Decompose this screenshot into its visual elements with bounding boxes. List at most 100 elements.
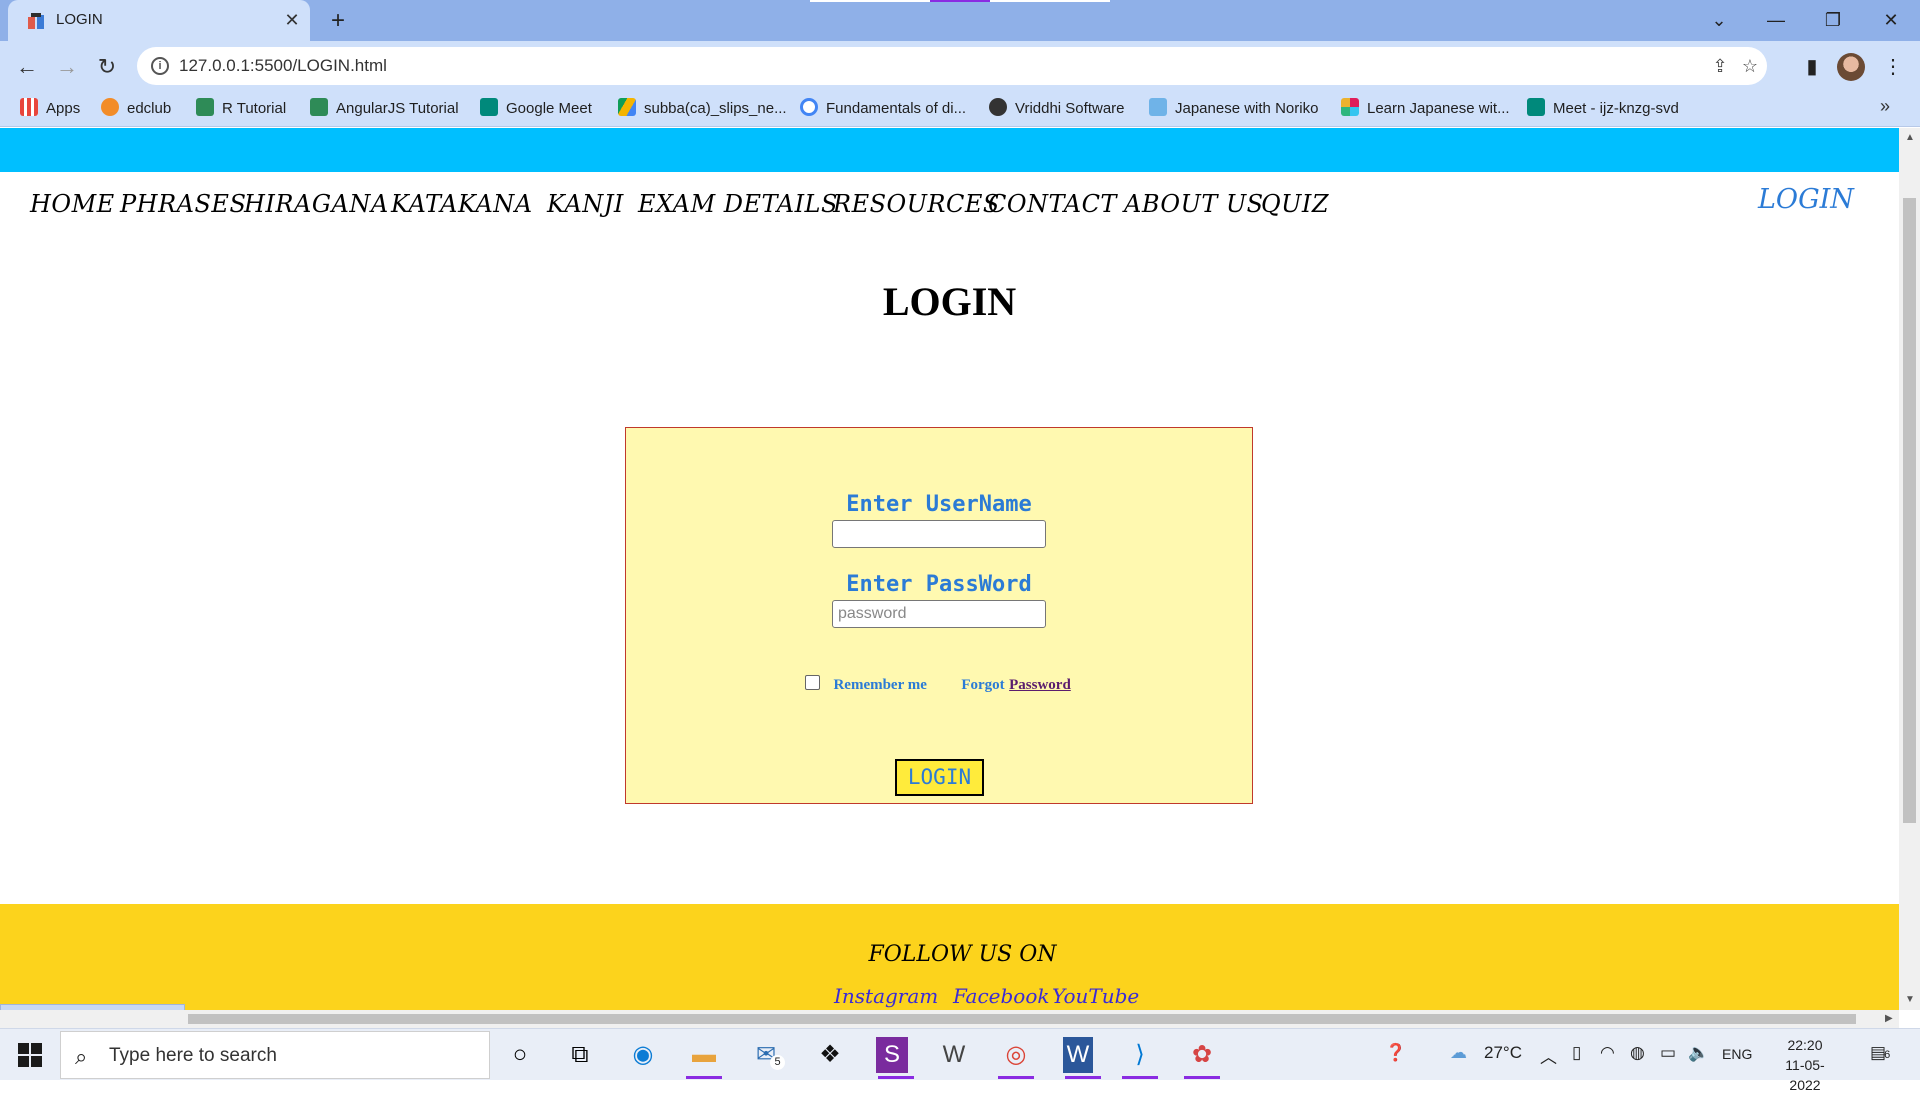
system-clock[interactable]: 22:20 11-05-2022 (1770, 1035, 1840, 1095)
horizontal-scrollbar[interactable]: ▶ (0, 1010, 1899, 1028)
nav-quiz[interactable]: QUIZ (1261, 190, 1329, 218)
scroll-up-icon[interactable]: ▲ (1905, 132, 1915, 143)
address-bar[interactable]: i 127.0.0.1:5500/LOGIN.html ⇪ ☆ (137, 47, 1767, 85)
nav-exam-details[interactable]: EXAM DETAILS (638, 190, 838, 218)
bookmark-learn-japanese[interactable]: Learn Japanese wit... (1341, 98, 1510, 120)
wikipedia-icon[interactable]: W (934, 1037, 974, 1073)
taskbar-search-placeholder: Type here to search (109, 1045, 277, 1066)
app-s-icon[interactable]: S (876, 1037, 914, 1079)
mail-badge: 5 (770, 1055, 785, 1070)
volume-icon[interactable]: 🔈 (1688, 1043, 1709, 1063)
windows-start-icon[interactable] (18, 1043, 42, 1067)
bookmark-apps[interactable]: Apps (20, 98, 80, 120)
nav-phrases[interactable]: PHRASES (120, 190, 246, 218)
bookmark-r-tutorial[interactable]: R Tutorial (196, 98, 286, 120)
w3schools-icon (196, 98, 214, 116)
remember-row: Remember me Forgot Password (805, 675, 1071, 699)
mail-icon[interactable]: ✉ 5 (746, 1037, 786, 1073)
bookmarks-overflow-icon[interactable]: » (1880, 96, 1890, 117)
tab-close-icon[interactable]: ✕ (280, 8, 304, 32)
remember-checkbox[interactable] (805, 675, 820, 690)
bookmark-star-icon[interactable]: ☆ (1737, 53, 1763, 79)
browser-tab[interactable]: LOGIN ✕ (8, 0, 310, 41)
task-view-icon[interactable]: ⧉ (560, 1037, 600, 1073)
remember-label[interactable]: Remember me (833, 677, 926, 694)
cortana-icon[interactable]: ○ (500, 1037, 540, 1073)
bookmark-fundamentals[interactable]: Fundamentals of di... (800, 98, 966, 120)
nav-login-link[interactable]: LOGIN (1758, 184, 1854, 215)
bookmark-japanese-noriko[interactable]: Japanese with Noriko (1149, 98, 1318, 120)
profile-avatar[interactable] (1837, 53, 1865, 81)
nav-about-us[interactable]: ABOUT US (1124, 190, 1264, 218)
restore-icon[interactable]: ❐ (1816, 6, 1850, 34)
site-footer: FOLLOW US ON Instagram Facebook YouTube (0, 904, 1899, 1010)
browser-menu-icon[interactable]: ⋮ (1876, 50, 1910, 84)
vertical-scroll-thumb[interactable] (1903, 198, 1916, 823)
username-input[interactable] (832, 520, 1046, 548)
horizontal-scroll-thumb[interactable] (188, 1014, 1856, 1024)
nav-resources[interactable]: RESOURCES (833, 190, 1000, 218)
scroll-right-icon[interactable]: ▶ (1885, 1013, 1893, 1024)
back-arrow-icon[interactable]: ← (10, 50, 44, 84)
dropbox-icon[interactable]: ❖ (810, 1037, 850, 1073)
bookmark-edclub[interactable]: edclub (101, 98, 171, 120)
instagram-link[interactable]: Instagram (834, 984, 938, 1008)
edge-icon[interactable]: ◉ (623, 1037, 663, 1073)
site-info-icon[interactable]: i (151, 57, 169, 75)
app-active-indicator (878, 1076, 914, 1079)
bookmark-subba-slips[interactable]: subba(ca)_slips_ne... (618, 98, 787, 120)
username-label: Enter UserName (846, 492, 1032, 517)
page-title: LOGIN (882, 279, 1017, 324)
nav-hiragana[interactable]: HIRAGANA (244, 190, 389, 218)
taskbar-search-box[interactable]: ⌕ Type here to search (60, 1031, 490, 1079)
tab-search-icon[interactable]: ⌄ (1702, 6, 1736, 34)
bookmark-meet-code[interactable]: Meet - ijz-knzg-svd (1527, 98, 1679, 120)
notification-center-icon[interactable]: ▤6 (1870, 1043, 1890, 1063)
show-hidden-icons[interactable]: ︿ (1540, 1043, 1557, 1068)
device-icon[interactable]: ▯ (1572, 1043, 1581, 1063)
bookmark-vriddhi[interactable]: Vriddhi Software (989, 98, 1125, 120)
vertical-scrollbar[interactable]: ▲ ▼ (1899, 128, 1920, 1010)
follow-us-heading: FOLLOW US ON (868, 942, 1057, 967)
login-submit-button[interactable]: LOGIN (895, 759, 984, 796)
app-active-indicator (1065, 1076, 1101, 1079)
help-icon[interactable]: ❓ (1385, 1043, 1406, 1063)
side-panel-icon[interactable]: ▮ (1795, 50, 1829, 84)
paint-app-icon[interactable]: ✿ (1182, 1037, 1222, 1079)
vscode-icon[interactable]: ⟩ (1120, 1037, 1160, 1079)
scroll-down-icon[interactable]: ▼ (1905, 994, 1915, 1005)
url-text[interactable]: 127.0.0.1:5500/LOGIN.html (179, 56, 387, 76)
weather-cloud-icon[interactable]: ☁ (1450, 1043, 1467, 1063)
w3schools-icon (310, 98, 328, 116)
window-close-icon[interactable]: ✕ (1874, 6, 1908, 34)
network-icon[interactable]: ◍ (1630, 1043, 1645, 1063)
google-icon (800, 98, 818, 116)
nav-katakana[interactable]: KATAKANA (391, 190, 533, 218)
chrome-icon[interactable]: ◎ (996, 1037, 1036, 1079)
wifi-icon[interactable]: ◠ (1600, 1043, 1615, 1063)
bookmark-angularjs[interactable]: AngularJS Tutorial (310, 98, 459, 120)
facebook-link[interactable]: Facebook (953, 984, 1049, 1008)
forgot-password-link[interactable]: Password (1009, 677, 1071, 693)
page-viewport: HOME PHRASES HIRAGANA KATAKANA KANJI EXA… (0, 128, 1899, 1010)
share-icon[interactable]: ⇪ (1707, 53, 1733, 79)
app-active-indicator (686, 1076, 722, 1079)
nav-contact[interactable]: CONTACT (988, 190, 1117, 218)
weather-temperature[interactable]: 27°C (1484, 1043, 1522, 1063)
nav-home[interactable]: HOME (30, 190, 115, 218)
youtube-link[interactable]: YouTube (1052, 984, 1139, 1008)
bookmark-google-meet[interactable]: Google Meet (480, 98, 592, 120)
clock-date: 11-05-2022 (1785, 1057, 1825, 1093)
reload-icon[interactable]: ↻ (90, 50, 124, 84)
file-explorer-icon[interactable]: ▬ (684, 1037, 724, 1079)
page-icon (1149, 98, 1167, 116)
nav-kanji[interactable]: KANJI (547, 190, 624, 218)
language-indicator[interactable]: ENG (1722, 1046, 1752, 1062)
battery-icon[interactable]: ▭ (1660, 1043, 1676, 1063)
word-icon[interactable]: W (1063, 1037, 1101, 1079)
minimize-icon[interactable]: — (1759, 6, 1793, 34)
new-tab-button[interactable]: + (324, 7, 352, 35)
forward-arrow-icon[interactable]: → (50, 50, 84, 84)
password-input[interactable] (832, 600, 1046, 628)
windows-taskbar: ⌕ Type here to search ○ ⧉ ◉ ▬ ✉ 5 ❖ S W ◎… (0, 1028, 1920, 1093)
